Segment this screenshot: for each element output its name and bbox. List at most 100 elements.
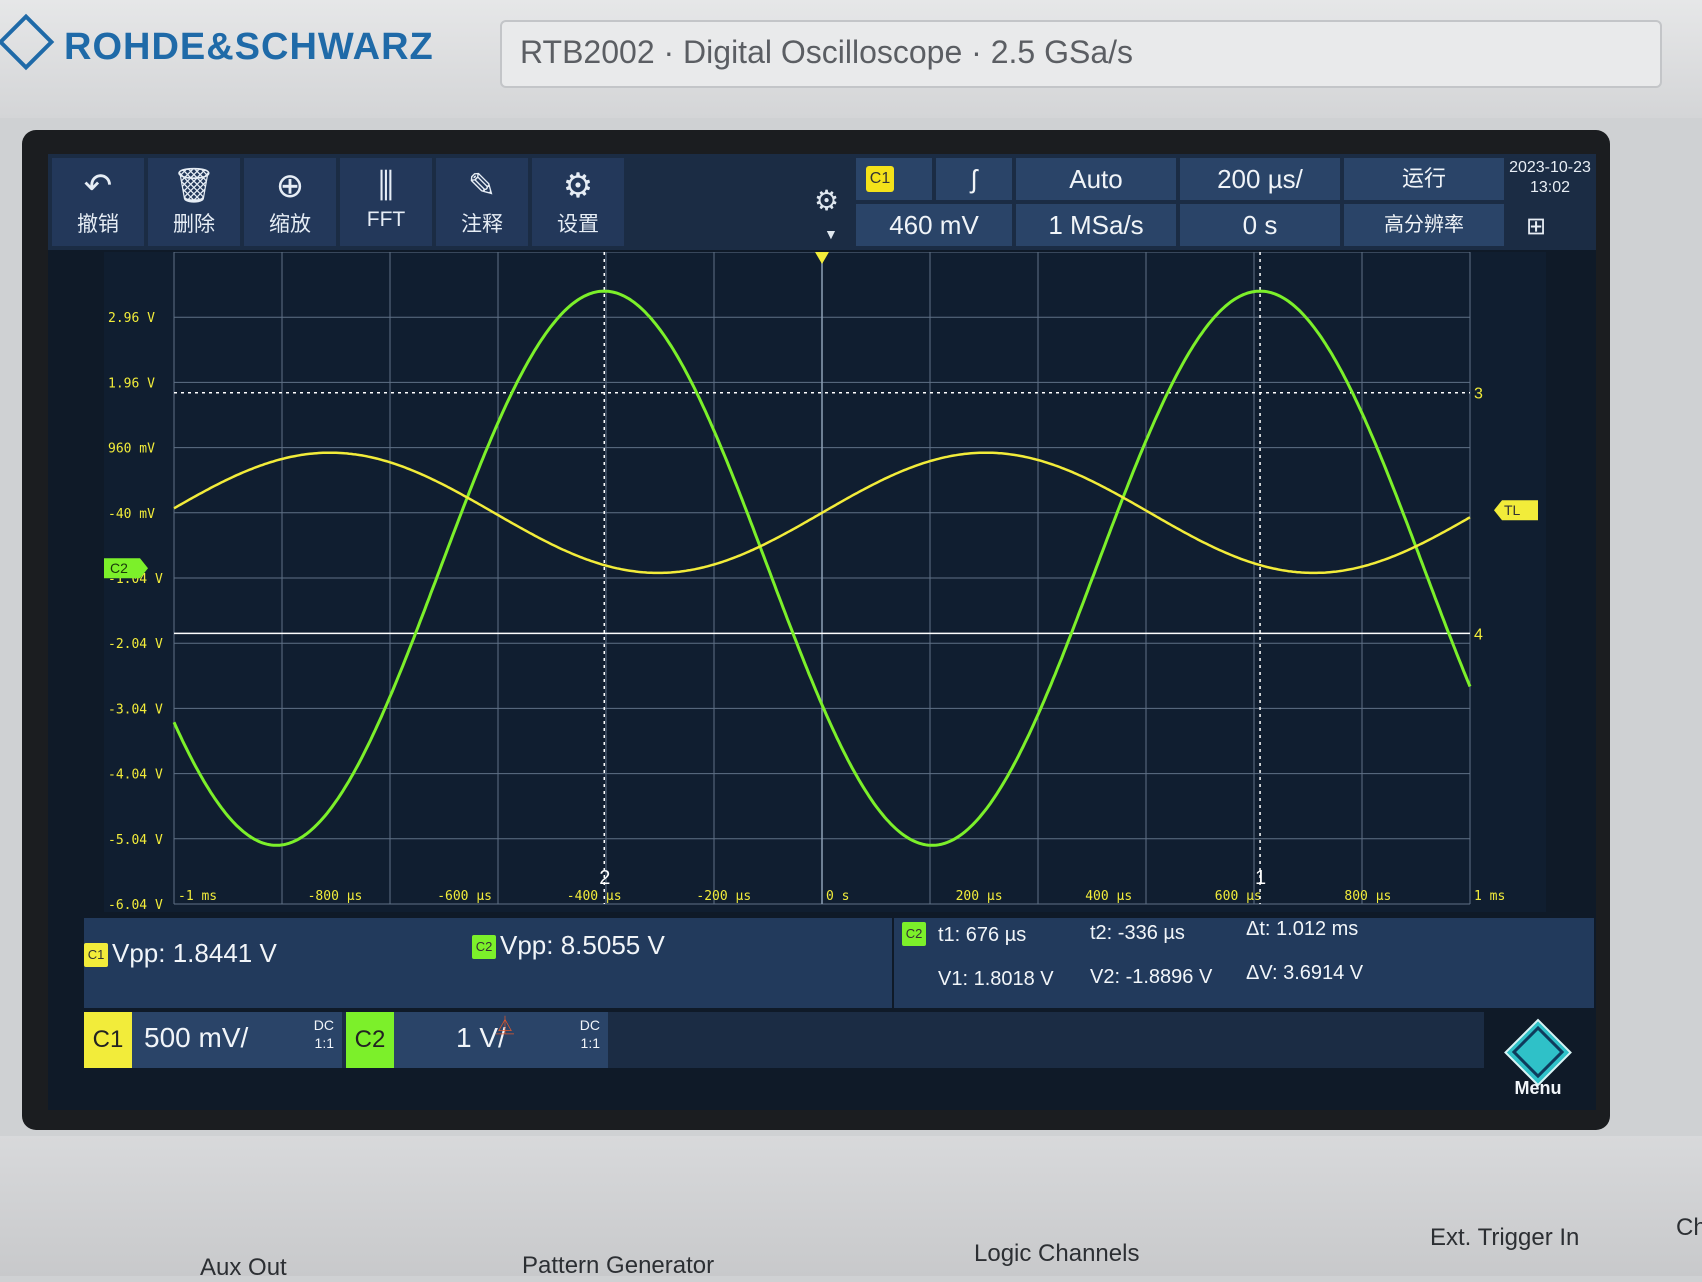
aux-out-label: Aux Out xyxy=(200,1254,287,1281)
ch-label: Ch xyxy=(1676,1214,1702,1241)
date: 2023-10-23 xyxy=(1509,159,1591,176)
cursor-v1-label: 1 xyxy=(1255,867,1266,889)
undo-label: 撤销 xyxy=(77,213,119,236)
c1-swatch: C1 xyxy=(84,943,108,968)
trigger-position-marker xyxy=(815,252,829,264)
delete-label: 删除 xyxy=(173,213,215,236)
y-tick-label: -4.04 V xyxy=(108,768,163,783)
c1-scale: 500 mV/ xyxy=(144,1022,249,1053)
trash-icon: 🗑 xyxy=(172,167,216,205)
sample-rate[interactable]: 1 MSa/s xyxy=(1016,204,1176,246)
instrument-header: ROHDE&SCHWARZ RTB2002 · Digital Oscillos… xyxy=(0,0,1702,118)
channel-c2-settings[interactable]: C2 1 V/ ⏅ DC 1:1 xyxy=(346,1012,608,1068)
waveform-area[interactable]: 2.96 V 1.96 V 960 mV -40 mV -1.04 V -2.04 V -3… xyxy=(104,251,1546,913)
x-tick-label: 800 µs xyxy=(1344,889,1391,904)
x-tick-label: -600 µs xyxy=(437,889,492,904)
c1-vpp-value: Vpp: 1.8441 V xyxy=(112,938,277,968)
settings-label: 设置 xyxy=(557,213,599,236)
y-tick-label: -40 mV xyxy=(108,507,155,522)
x-tick-label: -1 ms xyxy=(178,889,217,904)
c2-probe-ratio: 1:1 xyxy=(580,1035,600,1051)
y-tick-label: -2.04 V xyxy=(108,637,163,652)
channel-c1-settings[interactable]: C1 500 mV/ DC 1:1 xyxy=(84,1012,342,1068)
fft-label: FFT xyxy=(366,208,406,231)
x-tick-label: -200 µs xyxy=(696,889,751,904)
settings-icon: ⚙ xyxy=(562,167,594,205)
cursor-h1-label: 3 xyxy=(1474,386,1483,403)
cursor-delta-v: ΔV: 3.6914 V xyxy=(1246,962,1364,984)
c2-vpp-measurement[interactable]: C2 Vpp: 8.5055 V xyxy=(472,930,665,961)
toolbar: ↶ 撤销 🗑 删除 ⊕ 缩放 ⫼ FFT ✎ 注释 ⚙ 设置 ⚙ ▼ C1 ʃ … xyxy=(48,154,1596,250)
annotate-label: 注释 xyxy=(461,213,503,236)
time: 13:02 xyxy=(1529,179,1571,196)
fft-button[interactable]: ⫼ FFT xyxy=(340,158,432,246)
c2-coupling: DC 1:1 xyxy=(580,1016,600,1052)
trigger-source[interactable]: C1 xyxy=(856,158,932,200)
cursor-v2-label: 2 xyxy=(599,867,610,889)
ext-trigger-label: Ext. Trigger In xyxy=(1430,1224,1580,1251)
gear-icon[interactable]: ⚙ xyxy=(814,184,839,217)
x-tick-label: 0 s xyxy=(826,889,849,904)
pencil-icon: ✎ xyxy=(467,167,497,205)
y-tick-label: -6.04 V xyxy=(108,898,163,912)
c2-coupling-value: DC xyxy=(579,1017,600,1033)
cursor-delta-t: Δt: 1.012 ms xyxy=(1246,918,1359,940)
delete-button[interactable]: 🗑 删除 xyxy=(148,158,240,246)
c1-vpp-measurement[interactable]: C1 Vpp: 1.8441 V xyxy=(84,938,277,969)
y-tick-label: -3.04 V xyxy=(108,702,163,717)
model-line: RTB2002 · Digital Oscilloscope · 2.5 GSa… xyxy=(520,34,1133,70)
annotate-button[interactable]: ✎ 注释 xyxy=(436,158,528,246)
zoom-label: 缩放 xyxy=(269,213,311,236)
undo-button[interactable]: ↶ 撤销 xyxy=(52,158,144,246)
front-panel: Aux Out Pattern Generator Logic Channels… xyxy=(0,1136,1702,1281)
x-axis-labels: -1 ms -800 µs -600 µs -400 µs -200 µs 0 s 200 … xyxy=(178,889,1505,904)
grid xyxy=(173,251,1471,905)
trigger-mode[interactable]: Auto xyxy=(1016,158,1176,200)
trigger-level-marker-label: TL xyxy=(1504,502,1521,518)
cursor-t1: t1: 676 µs xyxy=(938,924,1027,946)
c1-coupling-value: DC xyxy=(313,1017,334,1033)
trigger-source-tag: C1 xyxy=(866,166,894,192)
c1-probe-ratio: 1:1 xyxy=(314,1035,334,1051)
c2-tag: C2 xyxy=(346,1012,394,1068)
x-tick-label: -400 µs xyxy=(567,889,622,904)
network-icon[interactable]: ⊞ xyxy=(1526,212,1546,241)
oscilloscope-screen: ↶ 撤销 🗑 删除 ⊕ 缩放 ⫼ FFT ✎ 注释 ⚙ 设置 ⚙ ▼ C1 ʃ … xyxy=(48,154,1596,1110)
y-tick-label: 2.96 V xyxy=(108,311,155,326)
x-tick-label: 1 ms xyxy=(1474,889,1505,904)
date-time: 2023-10-23 13:02 xyxy=(1508,158,1592,198)
measurement-bar: C1 Vpp: 1.8441 V C2 Vpp: 8.5055 V C2 t1: 6… xyxy=(84,918,1594,1008)
y-tick-label: -5.04 V xyxy=(108,833,163,848)
cursor-v1: V1: 1.8018 V xyxy=(938,968,1054,990)
c2-swatch: C2 xyxy=(472,935,496,960)
timebase[interactable]: 200 µs/ xyxy=(1180,158,1340,200)
c2-offset-marker-label: C2 xyxy=(110,560,128,576)
waveform-plot: 2.96 V1.96 V960 mV-40 mV-1.04 V-2.04 V-3… xyxy=(104,251,1538,913)
cursor-source-tag: C2 xyxy=(902,922,926,946)
cursor-v2: V2: -1.8896 V xyxy=(1090,966,1213,988)
x-tick-label: -800 µs xyxy=(308,889,363,904)
fft-icon: ⫼ xyxy=(378,167,394,205)
x-tick-label: 200 µs xyxy=(956,889,1003,904)
horizontal-position[interactable]: 0 s xyxy=(1180,204,1340,246)
menu-button[interactable]: Menu xyxy=(1496,1014,1580,1098)
c2-vpp-value: Vpp: 8.5055 V xyxy=(500,930,665,960)
logic-channels-label: Logic Channels xyxy=(974,1240,1140,1267)
settings-button[interactable]: ⚙ 设置 xyxy=(532,158,624,246)
y-tick-label: 1.96 V xyxy=(108,376,155,391)
trigger-slope[interactable]: ʃ xyxy=(936,158,1012,200)
cursor-h2-label: 4 xyxy=(1474,626,1483,643)
rs-logo-icon xyxy=(0,13,55,71)
y-axis-labels: 2.96 V1.96 V960 mV-40 mV-1.04 V-2.04 V-3… xyxy=(108,311,163,913)
acquisition-mode[interactable]: 高分辨率 xyxy=(1344,204,1504,246)
trigger-level[interactable]: 460 mV xyxy=(856,204,1012,246)
c1-coupling: DC 1:1 xyxy=(314,1016,334,1052)
run-stop-button[interactable]: 运行 xyxy=(1344,158,1504,200)
x-tick-label: 400 µs xyxy=(1085,889,1132,904)
cursor-measurement-panel[interactable]: C2 t1: 676 µs t2: -336 µs Δt: 1.012 ms V… xyxy=(892,918,1594,1008)
bandwidth-limit-icon: ⏅ xyxy=(496,1016,514,1036)
chevron-down-icon[interactable]: ▼ xyxy=(824,226,838,242)
zoom-button[interactable]: ⊕ 缩放 xyxy=(244,158,336,246)
channel-bar: C1 500 mV/ DC 1:1 C2 1 V/ ⏅ DC 1:1 xyxy=(84,1012,1484,1068)
y-tick-label: 960 mV xyxy=(108,442,155,457)
